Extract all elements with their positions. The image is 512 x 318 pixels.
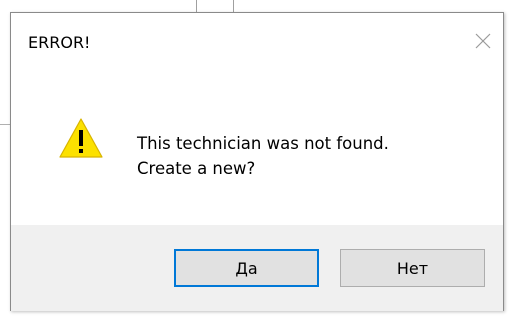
yes-button[interactable]: Да <box>174 249 319 287</box>
close-icon <box>475 33 491 49</box>
message-line: This technician was not found. <box>137 134 389 153</box>
dialog-titlebar[interactable]: ERROR! <box>11 13 503 71</box>
no-button[interactable]: Нет <box>340 249 485 287</box>
dialog-content: This technician was not found. Create a … <box>11 71 503 225</box>
background-divider <box>0 124 10 125</box>
message-line: Create a new? <box>137 159 256 178</box>
close-button[interactable] <box>471 29 495 53</box>
warning-icon <box>59 118 103 158</box>
dialog-message: This technician was not found. Create a … <box>137 131 389 181</box>
error-dialog: ERROR! This technician was not found. Cr… <box>10 12 504 311</box>
dialog-title: ERROR! <box>28 33 91 52</box>
dialog-footer: Да Нет <box>11 225 503 311</box>
